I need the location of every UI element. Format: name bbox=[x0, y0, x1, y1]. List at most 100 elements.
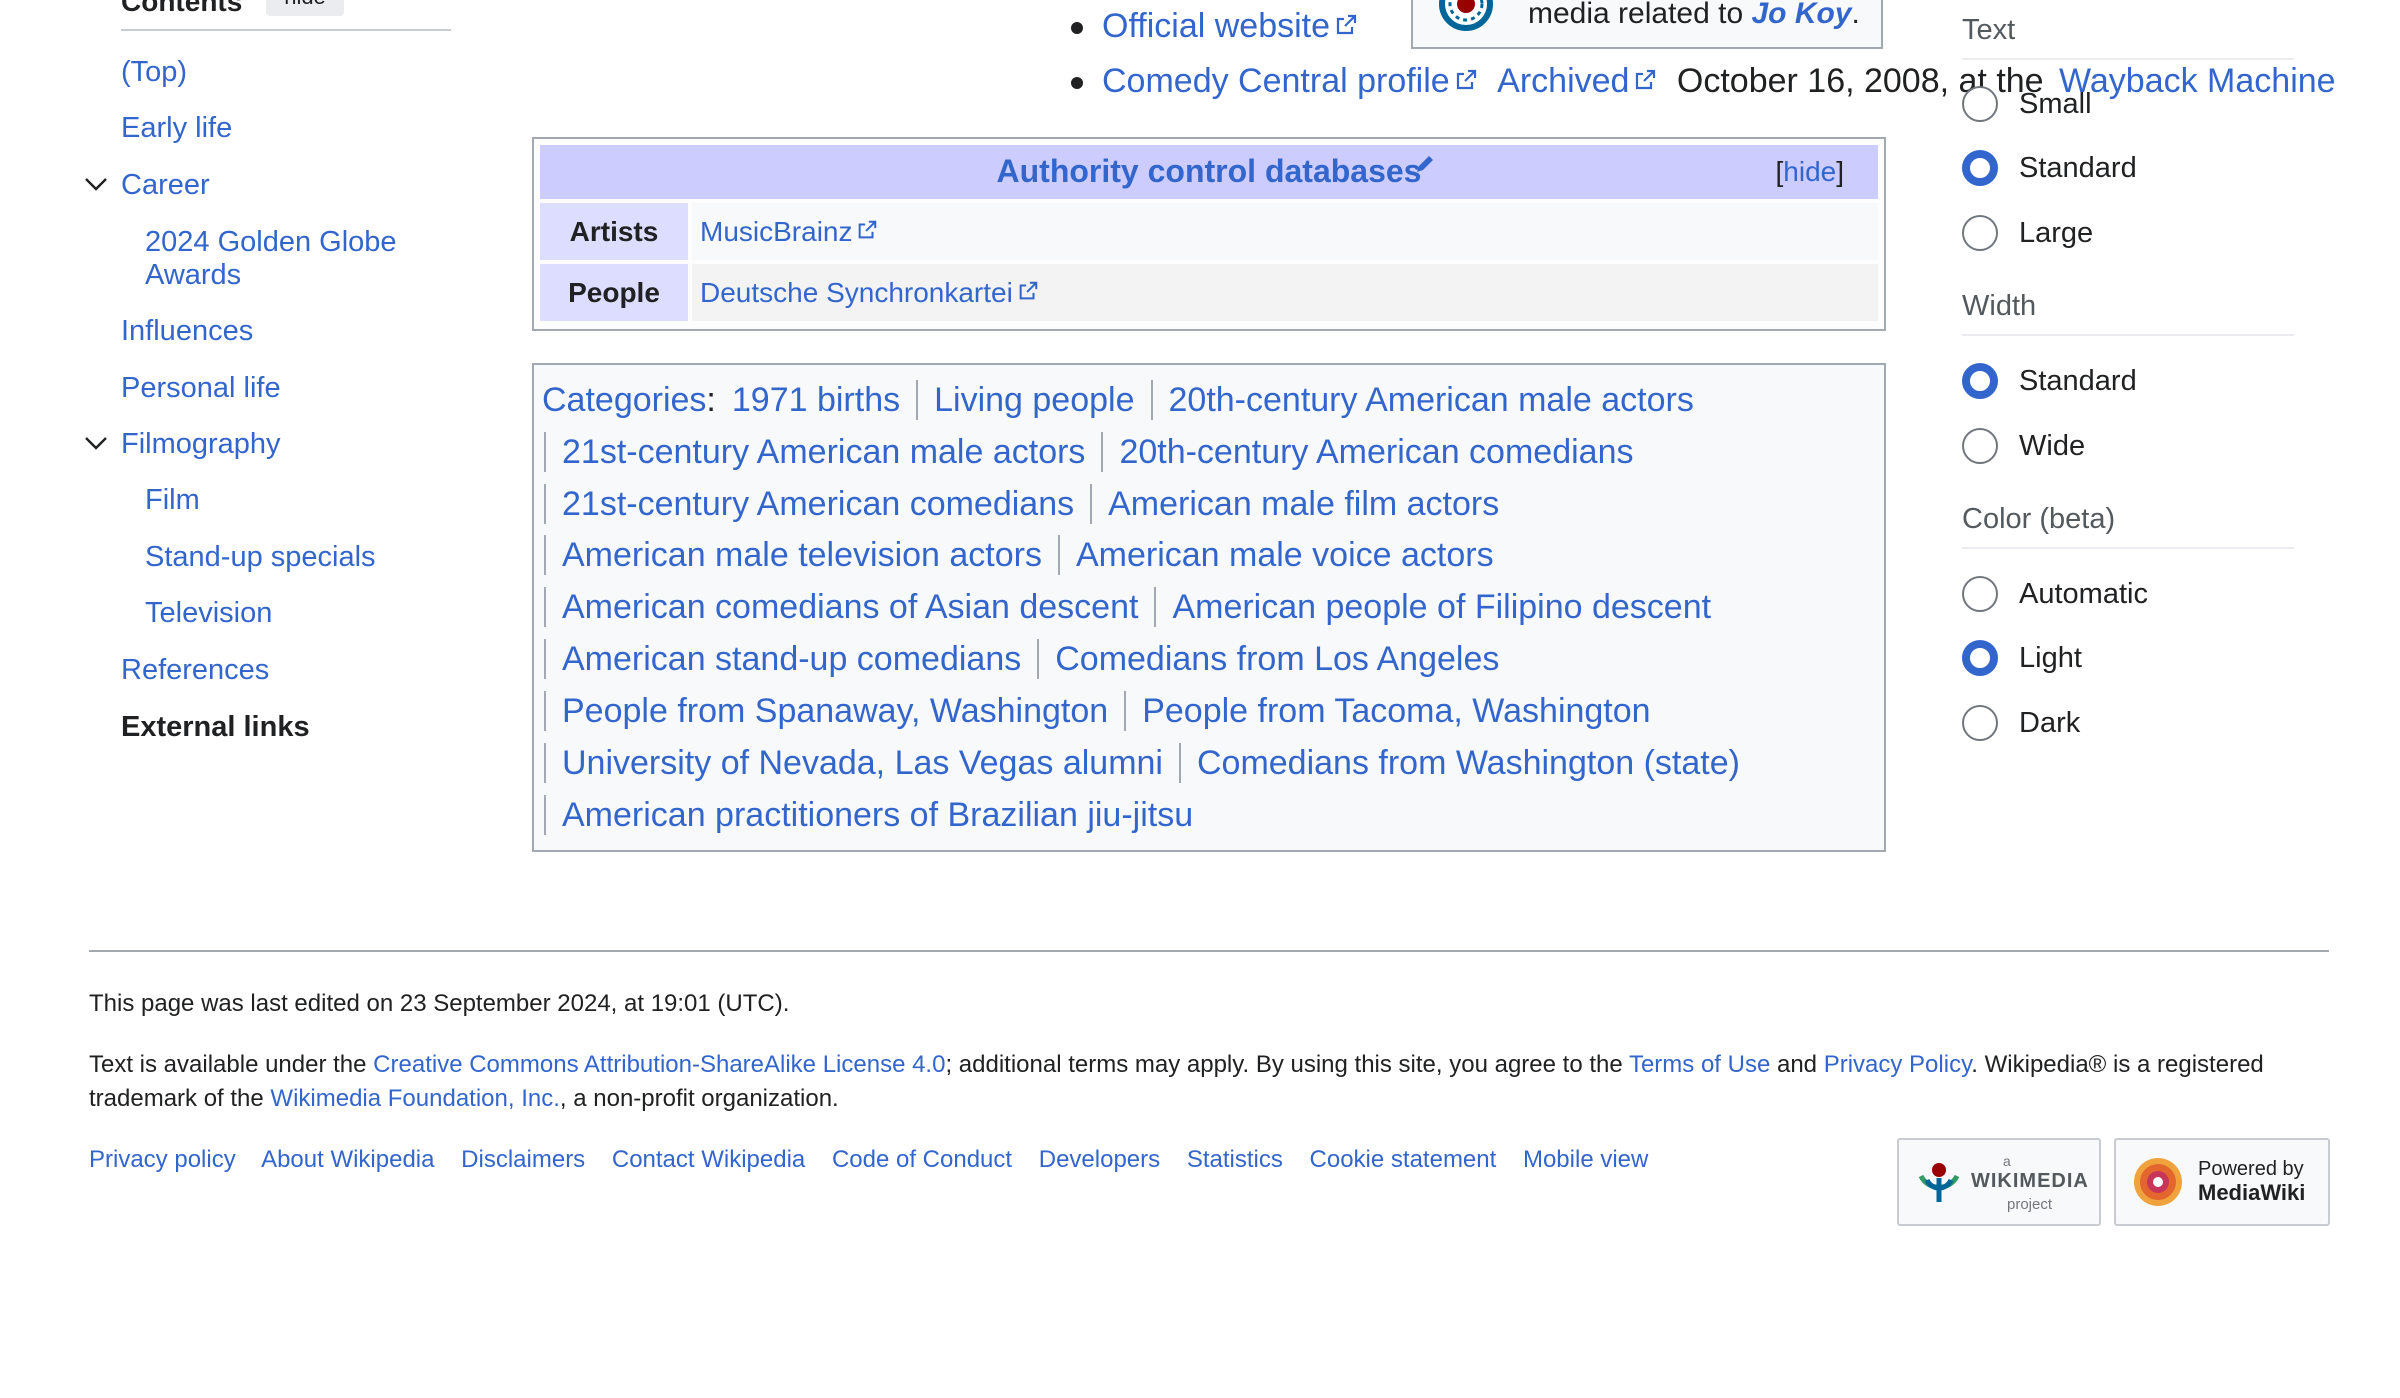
authority-row-label: People bbox=[540, 264, 688, 321]
radio-button[interactable] bbox=[1962, 705, 1998, 741]
footer-link-mobile-view[interactable]: Mobile view bbox=[1523, 1146, 1648, 1173]
toc-item-television[interactable]: Television bbox=[145, 597, 272, 630]
category-line: 21st-century American male actors 20th-ce… bbox=[544, 432, 1649, 472]
musicbrainz-link[interactable]: MusicBrainz bbox=[700, 216, 852, 247]
categories-box: Categories: 1971 births Living people 20th-… bbox=[532, 363, 1886, 852]
category-line: People from Spanaway, Washington People f… bbox=[544, 691, 1667, 731]
radio-button-checked[interactable] bbox=[1962, 640, 1998, 676]
category-link[interactable]: 1971 births bbox=[716, 380, 916, 420]
toc-item-film[interactable]: Film bbox=[145, 484, 200, 517]
categories-heading-link[interactable]: Categories bbox=[542, 381, 706, 419]
wikimedia-project-badge[interactable]: a WIKIMEDIA project bbox=[1897, 1138, 2101, 1226]
wikimedia-foundation-link[interactable]: Wikimedia Foundation, Inc. bbox=[270, 1085, 559, 1112]
footer-link-code-of-conduct[interactable]: Code of Conduct bbox=[832, 1146, 1012, 1173]
category-link[interactable]: American male voice actors bbox=[1057, 535, 1510, 575]
toc-hide-button[interactable]: hide bbox=[266, 0, 344, 16]
toc-item-references[interactable]: References bbox=[121, 654, 269, 687]
category-link[interactable]: University of Nevada, Las Vegas alumni bbox=[544, 743, 1179, 783]
mediawiki-badge-line1: Powered by bbox=[2198, 1158, 2304, 1180]
mediawiki-badge[interactable]: Powered by MediaWiki bbox=[2114, 1138, 2330, 1226]
category-link[interactable]: American people of Filipino descent bbox=[1154, 587, 1727, 627]
category-link[interactable]: People from Tacoma, Washington bbox=[1124, 691, 1666, 731]
toc-item-career[interactable]: Career bbox=[121, 169, 210, 202]
toc-item-top[interactable]: (Top) bbox=[121, 56, 187, 89]
category-link[interactable]: 21st-century American comedians bbox=[544, 484, 1090, 524]
external-link-icon bbox=[1456, 69, 1476, 90]
toc-item-filmography[interactable]: Filmography bbox=[121, 428, 281, 461]
commons-box: media related to Jo Koy. bbox=[1411, 0, 1883, 49]
chevron-down-icon[interactable] bbox=[84, 431, 108, 455]
archived-link[interactable]: Archived bbox=[1497, 62, 1629, 100]
category-link[interactable]: American male television actors bbox=[544, 535, 1058, 575]
authority-hide-link[interactable]: hide bbox=[1783, 156, 1836, 187]
category-link[interactable]: People from Spanaway, Washington bbox=[544, 691, 1124, 731]
license-text: Text is available under the Creative Com… bbox=[89, 1048, 2329, 1116]
radio-button[interactable] bbox=[1962, 428, 1998, 464]
external-link-icon bbox=[1336, 14, 1357, 35]
official-website-link[interactable]: Official website bbox=[1102, 7, 1330, 45]
category-link[interactable]: American comedians of Asian descent bbox=[544, 587, 1154, 627]
footer-link-about[interactable]: About Wikipedia bbox=[261, 1146, 434, 1173]
commons-subject-link[interactable]: Jo Koy bbox=[1751, 0, 1851, 30]
category-link[interactable]: Living people bbox=[916, 380, 1150, 420]
wikimedia-badge-sub: project bbox=[2007, 1196, 2053, 1213]
external-link-icon bbox=[1636, 69, 1656, 90]
category-line: American comedians of Asian descent Ameri… bbox=[544, 587, 1727, 627]
toc-item-golden-globe[interactable]: 2024 Golden Globe Awards bbox=[145, 226, 397, 292]
category-link[interactable]: 20th-century American comedians bbox=[1101, 432, 1649, 472]
terms-of-use-link[interactable]: Terms of Use bbox=[1629, 1051, 1770, 1078]
category-link[interactable]: Comedians from Los Angeles bbox=[1037, 639, 1515, 679]
external-link-icon bbox=[1019, 281, 1038, 300]
radio-button[interactable] bbox=[1962, 576, 1998, 612]
authority-hide-toggle[interactable]: [hide] bbox=[1776, 156, 1845, 188]
commons-period: . bbox=[1851, 0, 1860, 30]
category-line: American male television actors American … bbox=[544, 535, 1510, 575]
radio-button[interactable] bbox=[1962, 215, 1998, 251]
last-edited-text: This page was last edited on 23 Septembe… bbox=[89, 990, 790, 1017]
width-title: Width bbox=[1962, 290, 2037, 322]
radio-label: Dark bbox=[2019, 707, 2081, 739]
category-line: University of Nevada, Las Vegas alumni Co… bbox=[544, 743, 1756, 783]
toc-item-influences[interactable]: Influences bbox=[121, 315, 253, 348]
external-link-icon bbox=[859, 220, 877, 239]
category-link[interactable]: 20th-century American male actors bbox=[1150, 380, 1710, 420]
radio-label: Large bbox=[2019, 217, 2094, 249]
category-link[interactable]: Comedians from Washington (state) bbox=[1178, 743, 1756, 783]
table-of-contents: Contents hide (Top) Early life Career 20… bbox=[0, 0, 460, 760]
category-line: Categories: 1971 births Living people 20th-… bbox=[542, 380, 1710, 420]
comedy-central-link[interactable]: Comedy Central profile bbox=[1102, 62, 1450, 100]
footer-link-developers[interactable]: Developers bbox=[1039, 1146, 1160, 1173]
radio-button-checked[interactable] bbox=[1962, 363, 1998, 399]
radio-label: Standard bbox=[2019, 152, 2137, 184]
deutsche-synchronkartei-link[interactable]: Deutsche Synchronkartei bbox=[700, 277, 1013, 308]
cc-license-link[interactable]: Creative Commons Attribution-ShareAlike … bbox=[373, 1051, 945, 1078]
toc-item-personal-life[interactable]: Personal life bbox=[121, 372, 281, 405]
radio-button[interactable] bbox=[1962, 86, 1998, 122]
radio-label: Small bbox=[2019, 88, 2092, 120]
footer-link-disclaimers[interactable]: Disclaimers bbox=[461, 1146, 585, 1173]
chevron-down-icon[interactable] bbox=[84, 172, 108, 196]
footer-link-contact[interactable]: Contact Wikipedia bbox=[612, 1146, 805, 1173]
authority-header: Authority control databases [hide] bbox=[540, 145, 1878, 199]
radio-label: Automatic bbox=[2019, 578, 2148, 610]
mediawiki-logo-icon bbox=[2134, 1158, 2182, 1206]
pencil-icon[interactable] bbox=[1414, 153, 1436, 175]
category-link[interactable]: American stand-up comedians bbox=[544, 639, 1037, 679]
authority-title-link[interactable]: Authority control databases bbox=[540, 153, 1878, 190]
categories-colon: : bbox=[706, 381, 716, 419]
toc-item-early-life[interactable]: Early life bbox=[121, 112, 232, 145]
section-divider bbox=[1962, 334, 2294, 336]
category-link[interactable]: American practitioners of Brazilian jiu-… bbox=[544, 795, 1209, 835]
radio-button-checked[interactable] bbox=[1962, 150, 1998, 186]
footer-link-statistics[interactable]: Statistics bbox=[1187, 1146, 1283, 1173]
page-footer: This page was last edited on 23 Septembe… bbox=[0, 940, 2400, 1398]
footer-link-cookie-statement[interactable]: Cookie statement bbox=[1310, 1146, 1497, 1173]
category-link[interactable]: 21st-century American male actors bbox=[544, 432, 1101, 472]
category-link[interactable]: American male film actors bbox=[1090, 484, 1515, 524]
toc-item-external-links[interactable]: External links bbox=[121, 711, 310, 744]
privacy-policy-inline-link[interactable]: Privacy Policy bbox=[1824, 1051, 1972, 1078]
authority-row-value: Deutsche Synchronkartei bbox=[692, 264, 1878, 321]
footer-link-privacy-policy[interactable]: Privacy policy bbox=[89, 1146, 236, 1173]
toc-item-stand-up[interactable]: Stand-up specials bbox=[145, 541, 376, 574]
commons-logo-icon bbox=[1439, 0, 1493, 31]
